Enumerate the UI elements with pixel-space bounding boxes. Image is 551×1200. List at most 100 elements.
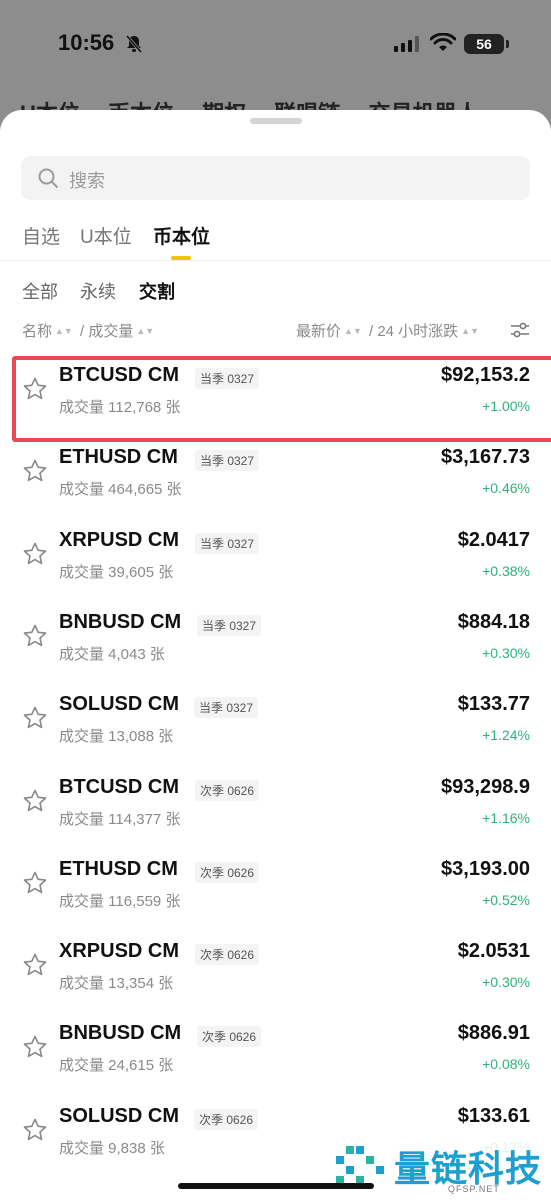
- sort-separator: /: [368, 323, 374, 340]
- contract-expiry-tag: 次季 0626: [195, 944, 260, 966]
- contract-change: +0.38%: [482, 562, 530, 579]
- sort-arrows-icon: ▲▼: [55, 326, 73, 336]
- contract-expiry-tag: 次季 0626: [195, 861, 260, 883]
- market-row[interactable]: ETHUSD CM 次季 0626 成交量 116,559 张 $3,193.00 +0…: [0, 846, 551, 928]
- contract-change: +1.24%: [482, 727, 530, 744]
- search-input[interactable]: 搜索: [21, 156, 530, 200]
- star-favorite-icon[interactable]: [22, 1034, 48, 1060]
- market-row[interactable]: BTCUSD CM 当季 0327 成交量 112,768 张 $92,153.2 +1…: [0, 352, 551, 442]
- subtab-delivery[interactable]: 交割: [139, 278, 175, 304]
- contract-symbol: BNBUSD CM: [59, 1022, 182, 1045]
- contract-volume: 成交量 13,088 张: [59, 728, 174, 746]
- contract-volume: 成交量 9,838 张: [59, 1139, 165, 1157]
- market-row[interactable]: BNBUSD CM 次季 0626 成交量 24,615 张 $886.91 +0.08…: [0, 1010, 551, 1092]
- sort-by-name[interactable]: 名称: [22, 323, 52, 340]
- contract-change: +0.52%: [482, 891, 530, 908]
- star-favorite-icon[interactable]: [22, 870, 48, 896]
- sort-header: 名称 ▲▼ / 成交量 ▲▼ 最新价 ▲▼ / 24 小时涨跌 ▲▼: [22, 320, 532, 342]
- sort-separator: /: [80, 323, 85, 340]
- star-favorite-icon[interactable]: [22, 1117, 48, 1143]
- contract-symbol: BNBUSD CM: [59, 610, 182, 633]
- market-row[interactable]: ETHUSD CM 当季 0327 成交量 464,665 张 $3,167.73 +0…: [0, 434, 551, 516]
- contract-price: $884.18: [457, 610, 530, 633]
- contract-volume: 成交量 4,043 张: [59, 645, 165, 663]
- market-row[interactable]: XRPUSD CM 当季 0327 成交量 39,605 张 $2.0417 +0.38…: [0, 517, 551, 599]
- contract-price: $133.77: [457, 693, 530, 716]
- contract-symbol: ETHUSD CM: [59, 446, 178, 469]
- contract-change: +0.08%: [482, 1056, 530, 1073]
- star-favorite-icon[interactable]: [22, 952, 48, 978]
- star-favorite-icon[interactable]: [22, 623, 48, 649]
- contract-volume: 成交量 39,605 张: [59, 563, 174, 581]
- market-row[interactable]: SOLUSD CM 当季 0327 成交量 13,088 张 $133.77 +1.24…: [0, 681, 551, 763]
- contract-expiry-tag: 次季 0626: [194, 1108, 259, 1130]
- subtab-all[interactable]: 全部: [22, 278, 58, 304]
- star-favorite-icon[interactable]: [22, 458, 48, 484]
- watermark: 量链科技 QFSP.NET: [330, 1138, 551, 1198]
- contract-symbol: ETHUSD CM: [59, 857, 178, 880]
- sort-by-latest-price[interactable]: 最新价: [296, 323, 341, 340]
- contract-price: $886.91: [457, 1022, 530, 1045]
- status-bar: 10:56 56: [0, 0, 551, 90]
- contract-expiry-tag: 当季 0327: [195, 450, 260, 472]
- wifi-icon: [430, 33, 456, 51]
- sort-right-group: 最新价 ▲▼ / 24 小时涨跌 ▲▼: [296, 320, 482, 341]
- contract-price: $3,193.00: [441, 857, 530, 880]
- contract-price: $2.0417: [457, 528, 530, 551]
- tab-coin-margined[interactable]: 币本位: [153, 222, 210, 249]
- contract-expiry-tag: 当季 0327: [195, 368, 260, 389]
- star-favorite-icon[interactable]: [22, 705, 48, 731]
- star-favorite-icon[interactable]: [22, 376, 48, 402]
- contract-expiry-tag: 次季 0626: [197, 1026, 262, 1048]
- sort-by-volume[interactable]: 成交量: [88, 323, 133, 340]
- contract-symbol: XRPUSD CM: [59, 940, 180, 963]
- contract-volume: 成交量 464,665 张: [59, 481, 182, 499]
- subtab-perpetual[interactable]: 永续: [80, 278, 116, 304]
- contract-price: $3,167.73: [441, 446, 530, 469]
- contract-volume: 成交量 114,377 张: [59, 810, 181, 828]
- contract-symbol: XRPUSD CM: [59, 528, 180, 551]
- contract-change: +0.30%: [482, 644, 530, 661]
- contract-symbol: SOLUSD CM: [59, 1104, 179, 1127]
- home-indicator[interactable]: [178, 1183, 374, 1189]
- star-favorite-icon[interactable]: [22, 788, 48, 814]
- contract-expiry-tag: 当季 0327: [197, 614, 262, 636]
- cellular-signal-icon: [394, 36, 419, 52]
- contract-volume: 成交量 13,354 张: [59, 975, 174, 993]
- contract-expiry-tag: 次季 0626: [195, 779, 260, 801]
- bell-muted-icon: [125, 35, 143, 53]
- contract-price: $93,298.9: [441, 775, 530, 798]
- search-placeholder: 搜索: [69, 171, 105, 191]
- sort-arrows-icon: ▲▼: [343, 326, 362, 336]
- contract-volume: 成交量 116,559 张: [59, 892, 181, 910]
- contract-expiry-tag: 当季 0327: [194, 697, 259, 719]
- market-selector-sheet: 搜索 自选 U本位 币本位 全部 永续 交割 名称 ▲▼ / 成交量 ▲▼ 最新价 ▲…: [0, 110, 551, 1200]
- battery-indicator: 56: [464, 34, 509, 54]
- filter-settings-icon[interactable]: [510, 320, 530, 340]
- sort-left-group: 名称 ▲▼ / 成交量 ▲▼: [22, 320, 157, 341]
- contract-symbol: SOLUSD CM: [59, 693, 179, 716]
- market-row[interactable]: XRPUSD CM 次季 0626 成交量 13,354 张 $2.0531 +0.30…: [0, 928, 551, 1010]
- sort-by-24h-change[interactable]: 24 小时涨跌: [377, 323, 458, 340]
- status-time: 10:56: [58, 30, 115, 55]
- contract-price: $92,153.2: [441, 364, 530, 386]
- contract-volume: 成交量 24,615 张: [59, 1057, 174, 1075]
- contract-change: +1.16%: [482, 809, 530, 826]
- star-favorite-icon[interactable]: [22, 541, 48, 567]
- contract-price: $133.61: [457, 1104, 530, 1127]
- contract-volume: 成交量 112,768 张: [59, 399, 181, 416]
- contract-symbol: BTCUSD CM: [59, 364, 179, 386]
- tab-usdt-margined[interactable]: U本位: [80, 222, 132, 249]
- sheet-grabber[interactable]: [250, 118, 302, 124]
- market-row[interactable]: BNBUSD CM 当季 0327 成交量 4,043 张 $884.18 +0.30%: [0, 599, 551, 681]
- sort-arrows-icon: ▲▼: [136, 326, 155, 336]
- tab-watchlist[interactable]: 自选: [22, 222, 60, 249]
- search-icon: [38, 168, 58, 188]
- contract-price: $2.0531: [457, 940, 530, 963]
- contract-change: +1.00%: [482, 398, 530, 414]
- contract-change: +0.46%: [482, 480, 530, 497]
- contract-symbol: BTCUSD CM: [59, 775, 179, 798]
- market-row[interactable]: BTCUSD CM 次季 0626 成交量 114,377 张 $93,298.9 +1…: [0, 764, 551, 846]
- sort-arrows-icon: ▲▼: [461, 326, 479, 336]
- contract-change: +0.30%: [482, 974, 530, 991]
